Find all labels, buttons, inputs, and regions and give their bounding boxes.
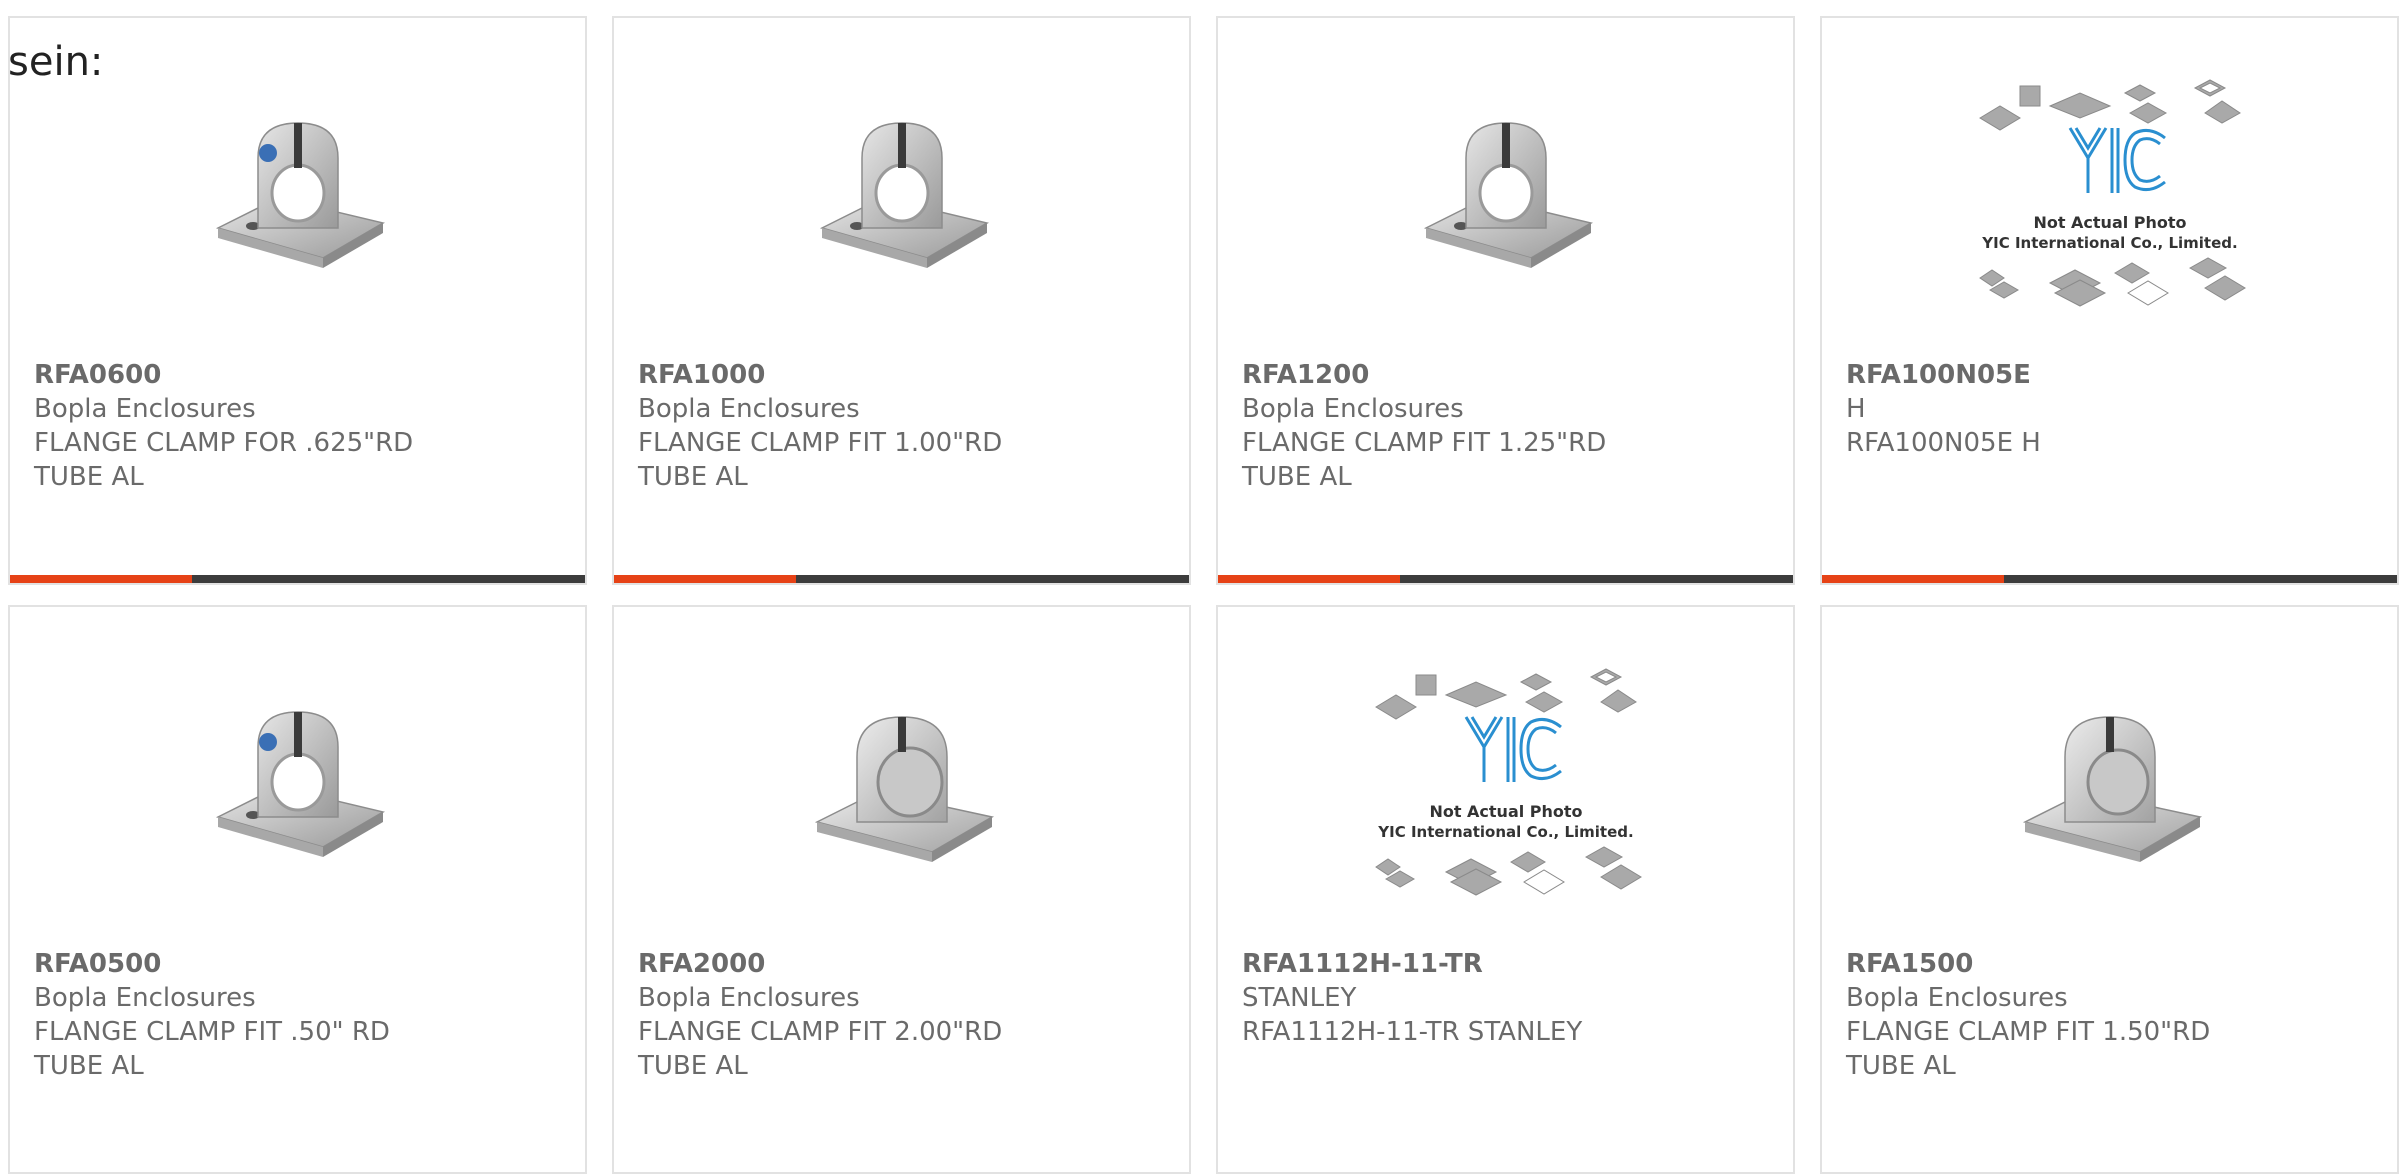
flange-clamp-image (1423, 122, 1593, 268)
product-info: RFA1200 Bopla Enclosures FLANGE CLAMP FI… (1242, 358, 1769, 494)
card-bar-accent (1822, 575, 2004, 583)
part-number[interactable]: RFA100N05E (1846, 358, 2373, 392)
product-card[interactable]: Not Actual Photo YIC International Co., … (1820, 16, 2399, 585)
flange-clamp-image (814, 716, 994, 862)
description-line-2: TUBE AL (638, 1051, 748, 1081)
product-info: RFA2000 Bopla Enclosures FLANGE CLAMP FI… (638, 947, 1165, 1083)
card-bottom-bar (10, 575, 585, 583)
product-card[interactable]: RFA0600 Bopla Enclosures FLANGE CLAMP FO… (8, 16, 587, 585)
product-info: RFA100N05E H RFA100N05E H (1846, 358, 2373, 460)
manufacturer: STANLEY (1242, 983, 1357, 1013)
product-image[interactable] (614, 667, 1189, 907)
part-number[interactable]: RFA1200 (1242, 358, 1769, 392)
placeholder-caption-2: YIC International Co., Limited. (1377, 823, 1633, 841)
description-line-1: FLANGE CLAMP FIT .50" RD (34, 1017, 390, 1047)
manufacturer: Bopla Enclosures (1846, 983, 2068, 1013)
description-line-1: FLANGE CLAMP FIT 1.50"RD (1846, 1017, 2211, 1047)
placeholder-caption-1: Not Actual Photo (2033, 213, 2186, 232)
product-card[interactable]: RFA0500 Bopla Enclosures FLANGE CLAMP FI… (8, 605, 587, 1174)
card-bottom-bar (1822, 575, 2397, 583)
description-line-2: TUBE AL (1242, 462, 1352, 492)
product-image[interactable] (1822, 667, 2397, 907)
description-line-1: FLANGE CLAMP FIT 2.00"RD (638, 1017, 1003, 1047)
product-image[interactable]: Not Actual Photo YIC International Co., … (1822, 78, 2397, 318)
product-image[interactable] (614, 78, 1189, 318)
part-number[interactable]: RFA2000 (638, 947, 1165, 981)
not-actual-photo-placeholder-image: Not Actual Photo YIC International Co., … (1978, 79, 2246, 307)
card-bar-accent (10, 575, 192, 583)
description-line-2: TUBE AL (1846, 1051, 1956, 1081)
flange-clamp-image (819, 122, 989, 268)
product-grid: RFA0600 Bopla Enclosures FLANGE CLAMP FO… (8, 16, 2399, 1174)
product-card[interactable]: RFA1200 Bopla Enclosures FLANGE CLAMP FI… (1216, 16, 1795, 585)
description-line-2: TUBE AL (34, 462, 144, 492)
flange-clamp-image (215, 711, 385, 857)
product-info: RFA1500 Bopla Enclosures FLANGE CLAMP FI… (1846, 947, 2373, 1083)
part-number[interactable]: RFA1112H-11-TR (1242, 947, 1769, 981)
description-line-1: FLANGE CLAMP FIT 1.00"RD (638, 428, 1003, 458)
product-info: RFA1112H-11-TR STANLEY RFA1112H-11-TR ST… (1242, 947, 1769, 1049)
part-number[interactable]: RFA1500 (1846, 947, 2373, 981)
description-line-1: FLANGE CLAMP FOR .625"RD (34, 428, 414, 458)
card-bar-accent (1218, 575, 1400, 583)
product-image[interactable]: Not Actual Photo YIC International Co., … (1218, 667, 1793, 907)
manufacturer: Bopla Enclosures (1242, 394, 1464, 424)
product-info: RFA1000 Bopla Enclosures FLANGE CLAMP FI… (638, 358, 1165, 494)
product-card[interactable]: RFA1000 Bopla Enclosures FLANGE CLAMP FI… (612, 16, 1191, 585)
part-number[interactable]: RFA0500 (34, 947, 561, 981)
product-image[interactable] (1218, 78, 1793, 318)
product-image[interactable] (10, 667, 585, 907)
not-actual-photo-placeholder-image: Not Actual Photo YIC International Co., … (1374, 668, 1642, 896)
card-bottom-bar (1218, 575, 1793, 583)
product-image[interactable] (10, 78, 585, 318)
card-bar-accent (614, 575, 796, 583)
product-card[interactable]: Not Actual Photo YIC International Co., … (1216, 605, 1795, 1174)
flange-clamp-image (215, 122, 385, 268)
placeholder-caption-2: YIC International Co., Limited. (1981, 234, 2237, 252)
description-line-1: RFA1112H-11-TR STANLEY (1242, 1017, 1583, 1047)
manufacturer: H (1846, 394, 1866, 424)
flange-clamp-image (2022, 716, 2202, 862)
manufacturer: Bopla Enclosures (638, 394, 860, 424)
page-label: sein: (8, 39, 104, 85)
product-card[interactable]: RFA1500 Bopla Enclosures FLANGE CLAMP FI… (1820, 605, 2399, 1174)
part-number[interactable]: RFA1000 (638, 358, 1165, 392)
product-info: RFA0500 Bopla Enclosures FLANGE CLAMP FI… (34, 947, 561, 1083)
description-line-1: FLANGE CLAMP FIT 1.25"RD (1242, 428, 1607, 458)
part-number[interactable]: RFA0600 (34, 358, 561, 392)
manufacturer: Bopla Enclosures (34, 394, 256, 424)
manufacturer: Bopla Enclosures (34, 983, 256, 1013)
product-info: RFA0600 Bopla Enclosures FLANGE CLAMP FO… (34, 358, 561, 494)
card-bottom-bar (614, 575, 1189, 583)
description-line-2: TUBE AL (34, 1051, 144, 1081)
product-card[interactable]: RFA2000 Bopla Enclosures FLANGE CLAMP FI… (612, 605, 1191, 1174)
description-line-2: TUBE AL (638, 462, 748, 492)
placeholder-caption-1: Not Actual Photo (1429, 802, 1582, 821)
description-line-1: RFA100N05E H (1846, 428, 2041, 458)
manufacturer: Bopla Enclosures (638, 983, 860, 1013)
